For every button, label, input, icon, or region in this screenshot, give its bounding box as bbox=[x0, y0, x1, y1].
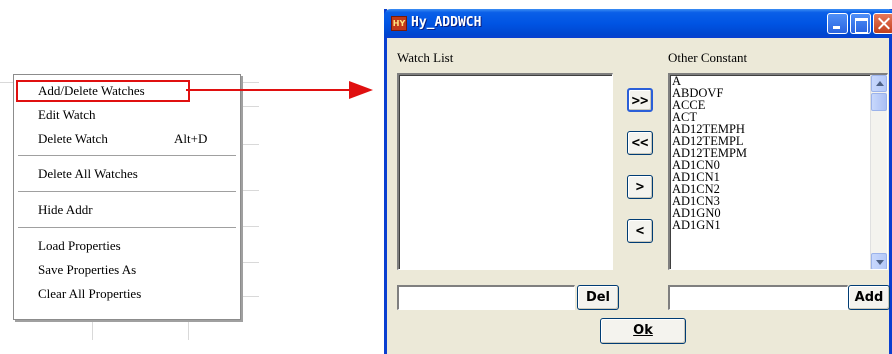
add-one-button[interactable]: > bbox=[627, 175, 653, 199]
minimize-button[interactable] bbox=[827, 13, 848, 34]
scroll-down-button[interactable] bbox=[871, 253, 887, 269]
context-menu: Add/Delete Watches Edit Watch Delete Wat… bbox=[13, 74, 241, 320]
constant-list-box[interactable]: A ABDOVF ACCE ACT AD12TEMPH AD12TEMPL AD12TEMP… bbox=[668, 73, 888, 270]
background-gridline bbox=[241, 296, 259, 297]
constant-list-item[interactable]: ACCE bbox=[670, 99, 887, 112]
background-gridline bbox=[0, 82, 13, 83]
menu-item-delete-watch[interactable]: Delete Watch Alt+D bbox=[14, 129, 240, 149]
chevron-up-icon bbox=[876, 81, 884, 86]
background-gridline bbox=[188, 322, 189, 340]
other-constant-label: Other Constant bbox=[668, 50, 748, 65]
menu-item-label: Edit Watch bbox=[38, 107, 96, 122]
menu-item-save-properties-as[interactable]: Save Properties As bbox=[14, 260, 240, 280]
menu-item-label: Delete All Watches bbox=[38, 166, 138, 181]
background-gridline bbox=[241, 226, 259, 227]
menu-item-label: Clear All Properties bbox=[38, 286, 142, 301]
close-button[interactable] bbox=[873, 13, 892, 34]
menu-item-label: Save Properties As bbox=[38, 262, 137, 277]
add-watch-dialog: HY Hy_ADDWCH Watch List Other Constant A… bbox=[384, 9, 892, 354]
background-gridline bbox=[241, 106, 259, 107]
ok-label: Ok bbox=[633, 323, 653, 338]
watch-list-box[interactable] bbox=[397, 73, 613, 270]
menu-item-edit-watch[interactable]: Edit Watch bbox=[14, 105, 240, 125]
maximize-button[interactable] bbox=[850, 13, 871, 34]
background-gridline bbox=[241, 262, 259, 263]
background-gridline bbox=[241, 144, 259, 145]
remove-all-button[interactable]: << bbox=[627, 131, 653, 155]
app-icon: HY bbox=[391, 16, 407, 31]
dialog-titlebar[interactable]: HY Hy_ADDWCH bbox=[384, 9, 892, 38]
menu-separator bbox=[18, 191, 236, 193]
scroll-up-button[interactable] bbox=[871, 75, 887, 92]
constant-name-input[interactable] bbox=[668, 285, 848, 310]
constant-items: A ABDOVF ACCE ACT AD12TEMPH AD12TEMPL AD12TEMP… bbox=[670, 75, 887, 231]
menu-item-label: Hide Addr bbox=[38, 202, 93, 217]
dialog-title: Hy_ADDWCH bbox=[411, 15, 482, 30]
menu-separator bbox=[18, 227, 236, 229]
menu-item-shortcut: Alt+D bbox=[174, 131, 208, 146]
ok-button[interactable]: Ok bbox=[600, 318, 686, 344]
remove-one-button[interactable]: < bbox=[627, 219, 653, 243]
background-gridline bbox=[241, 82, 259, 83]
menu-item-clear-all-properties[interactable]: Clear All Properties bbox=[14, 284, 240, 304]
menu-item-add-delete-watches[interactable]: Add/Delete Watches bbox=[14, 81, 240, 101]
pointer-arrow-head bbox=[349, 81, 373, 99]
menu-item-hide-addr[interactable]: Hide Addr bbox=[14, 200, 240, 220]
watch-name-input[interactable] bbox=[397, 285, 575, 310]
menu-separator bbox=[18, 155, 236, 157]
constant-list-item[interactable]: AD1GN1 bbox=[670, 219, 887, 232]
add-button[interactable]: Add bbox=[848, 285, 890, 310]
menu-item-delete-all-watches[interactable]: Delete All Watches bbox=[14, 164, 240, 184]
background-gridline bbox=[241, 190, 259, 191]
scroll-thumb[interactable] bbox=[871, 93, 887, 111]
pointer-arrow-line bbox=[186, 89, 351, 91]
menu-item-label: Add/Delete Watches bbox=[38, 83, 145, 98]
del-button[interactable]: Del bbox=[577, 285, 619, 310]
chevron-down-icon bbox=[876, 260, 884, 265]
background-gridline bbox=[92, 322, 93, 340]
add-all-button[interactable]: >> bbox=[627, 88, 653, 112]
watch-list-label: Watch List bbox=[397, 50, 454, 65]
menu-item-label: Delete Watch bbox=[38, 131, 108, 146]
menu-item-load-properties[interactable]: Load Properties bbox=[14, 236, 240, 256]
menu-item-label: Load Properties bbox=[38, 238, 121, 253]
constant-list-scrollbar[interactable] bbox=[870, 75, 887, 269]
